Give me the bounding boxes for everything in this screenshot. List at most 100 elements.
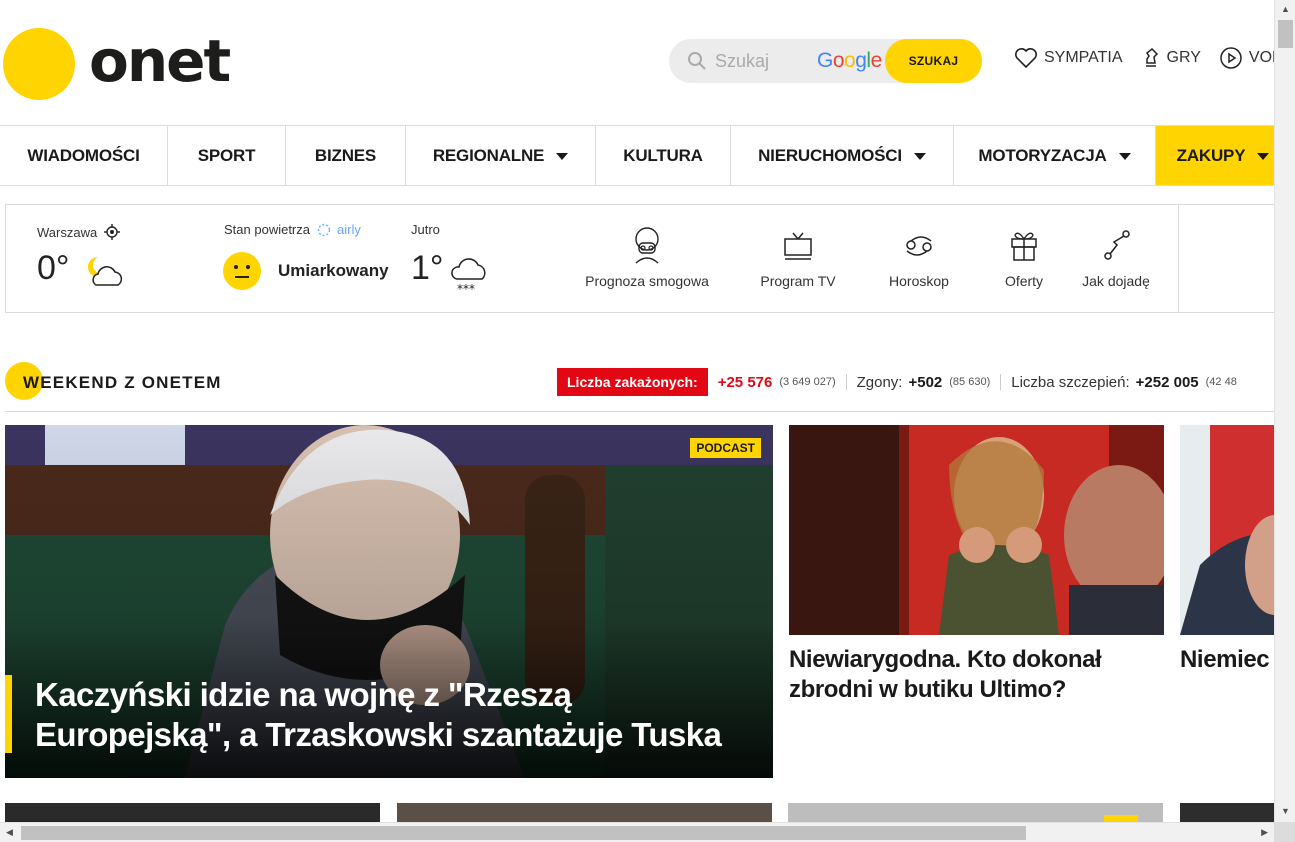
divider [1000, 374, 1002, 390]
vod-link[interactable]: VOD [1219, 46, 1274, 70]
service-jak-dojade[interactable]: Jak dojadę [1046, 225, 1186, 289]
story-title[interactable]: Niewiarygodna. Kto dokonał zbrodni w but… [789, 645, 1164, 705]
infected-new: +25 576 [717, 373, 773, 391]
location-target-icon [104, 224, 121, 240]
air-quality-label: Stan powietrza airly [224, 222, 361, 237]
air-quality-status[interactable]: Umiarkowany [278, 261, 389, 281]
temp-value: 0° [37, 249, 70, 287]
main-story-title[interactable]: Kaczyński idzie na wojnę z "Rzeszą Europ… [35, 675, 755, 755]
story-card[interactable]: Niemiec większoś [1180, 425, 1274, 705]
covid-stats[interactable]: Liczba zakażonych: +25 576 (3 649 027) Z… [557, 368, 1237, 396]
vertical-scroll-thumb[interactable] [1278, 20, 1293, 48]
nav-item-zakupy[interactable]: ZAKUPY [1156, 126, 1274, 185]
section-divider [5, 411, 1274, 412]
nav-label: NIERUCHOMOŚCI [758, 145, 902, 165]
weather-city[interactable]: Warszawa [37, 224, 121, 240]
svg-text:***: *** [457, 282, 475, 295]
nav-label: WIADOMOŚCI [27, 145, 140, 165]
story-title[interactable]: Niemiec większoś [1180, 645, 1274, 675]
nav-item-regionalne[interactable]: REGIONALNE [406, 126, 596, 185]
onet-logo[interactable]: onet [3, 27, 231, 100]
top-links: SYMPATIA GRY VOD [1014, 46, 1274, 70]
story-card[interactable] [5, 803, 380, 822]
scroll-down-icon[interactable]: ▼ [1281, 806, 1290, 816]
cancer-zodiac-icon [906, 236, 932, 256]
airly-label: airly [337, 222, 361, 237]
vod-label: VOD [1248, 49, 1274, 66]
logo-text: onet [89, 27, 231, 95]
air-label-text: Stan powietrza [224, 222, 310, 237]
vacc-total: (42 48 [1205, 376, 1237, 388]
story-card[interactable] [397, 803, 772, 822]
gry-link[interactable]: GRY [1141, 46, 1201, 70]
nav-item-wiadomosci[interactable]: WIADOMOŚCI [0, 126, 168, 185]
nav-item-nieruchomosci[interactable]: NIERUCHOMOŚCI [731, 126, 954, 185]
gry-label: GRY [1166, 49, 1201, 66]
search-bar: Google SZUKAJ [669, 39, 982, 83]
story-badge [1104, 815, 1138, 822]
chevron-down-icon [556, 153, 569, 160]
gift-icon [1011, 232, 1037, 261]
deaths-label: Zgony: [856, 373, 903, 391]
tv-icon [784, 232, 812, 260]
service-label: Prognoza smogowa [585, 273, 709, 289]
logo-dot [3, 28, 75, 100]
heart-icon [1015, 48, 1037, 69]
horizontal-scrollbar[interactable]: ◀ ▶ [0, 822, 1274, 842]
service-label: Horoskop [889, 273, 949, 289]
sympatia-link[interactable]: SYMPATIA [1014, 47, 1123, 69]
podcast-badge: PODCAST [690, 438, 761, 458]
vacc-new: +252 005 [1135, 373, 1199, 391]
nav-label: SPORT [197, 145, 256, 165]
nav-label: KULTURA [623, 145, 703, 165]
service-smog[interactable]: Prognoza smogowa [577, 225, 717, 289]
main-nav: WIADOMOŚCI SPORT BIZNES REGIONALNE KULTU… [0, 125, 1274, 186]
service-label: Oferty [1004, 273, 1044, 289]
deaths-total: (85 630) [949, 376, 991, 388]
horizontal-scroll-thumb[interactable] [21, 826, 1026, 840]
vertical-scrollbar[interactable]: ▲ ▼ [1274, 0, 1295, 822]
weather-temp: 0° [37, 249, 70, 288]
search-button[interactable]: SZUKAJ [885, 39, 982, 83]
main-story-card[interactable]: PODCAST Kaczyński idzie na wojnę z "Rzes… [5, 425, 773, 778]
snow-cloud-icon: *** [451, 258, 486, 295]
nav-label: BIZNES [314, 145, 377, 165]
story-card[interactable]: Niewiarygodna. Kto dokonał zbrodni w but… [789, 425, 1164, 705]
covid-label: Liczba zakażonych: [557, 368, 708, 396]
scroll-right-icon[interactable]: ▶ [1261, 827, 1268, 838]
scroll-left-icon[interactable]: ◀ [6, 827, 13, 838]
sympatia-label: SYMPATIA [1044, 49, 1123, 66]
google-logo: Google [817, 49, 882, 72]
story-card[interactable] [1180, 803, 1274, 822]
chevron-down-icon [1118, 153, 1131, 160]
service-program-tv[interactable]: Program TV [728, 225, 868, 289]
section-title[interactable]: WEEKEND Z ONETEM [23, 373, 222, 393]
story-card[interactable] [788, 803, 1163, 822]
divider [845, 374, 847, 390]
widget-divider [1178, 205, 1179, 312]
tomorrow-label: Jutro [411, 222, 440, 237]
search-icon [688, 52, 706, 70]
chess-knight-icon [1145, 47, 1158, 67]
nav-label: ZAKUPY [1176, 145, 1246, 165]
story-image [1180, 425, 1274, 635]
nav-item-motoryzacja[interactable]: MOTORYZACJA [954, 126, 1156, 185]
city-label: Warszawa [37, 224, 98, 240]
weather-widget: Warszawa 0° Stan powietrza airly Umiarko… [5, 204, 1274, 313]
service-label: Program TV [760, 273, 836, 289]
airly-logo-icon [317, 223, 331, 236]
scroll-up-icon[interactable]: ▲ [1281, 4, 1290, 14]
nav-item-sport[interactable]: SPORT [168, 126, 286, 185]
nav-item-kultura[interactable]: KULTURA [596, 126, 731, 185]
nav-item-biznes[interactable]: BIZNES [286, 126, 406, 185]
nav-label: REGIONALNE [432, 145, 545, 165]
route-icon [1104, 230, 1130, 260]
story-image [789, 425, 1164, 635]
neutral-face-icon [223, 252, 261, 290]
title-accent-bar [5, 675, 12, 753]
chevron-down-icon [1257, 153, 1270, 160]
nav-label: MOTORYZACJA [978, 145, 1107, 165]
moon-cloud-icon [88, 257, 123, 286]
search-input[interactable] [713, 49, 813, 73]
service-label: Jak dojadę [1082, 273, 1150, 289]
